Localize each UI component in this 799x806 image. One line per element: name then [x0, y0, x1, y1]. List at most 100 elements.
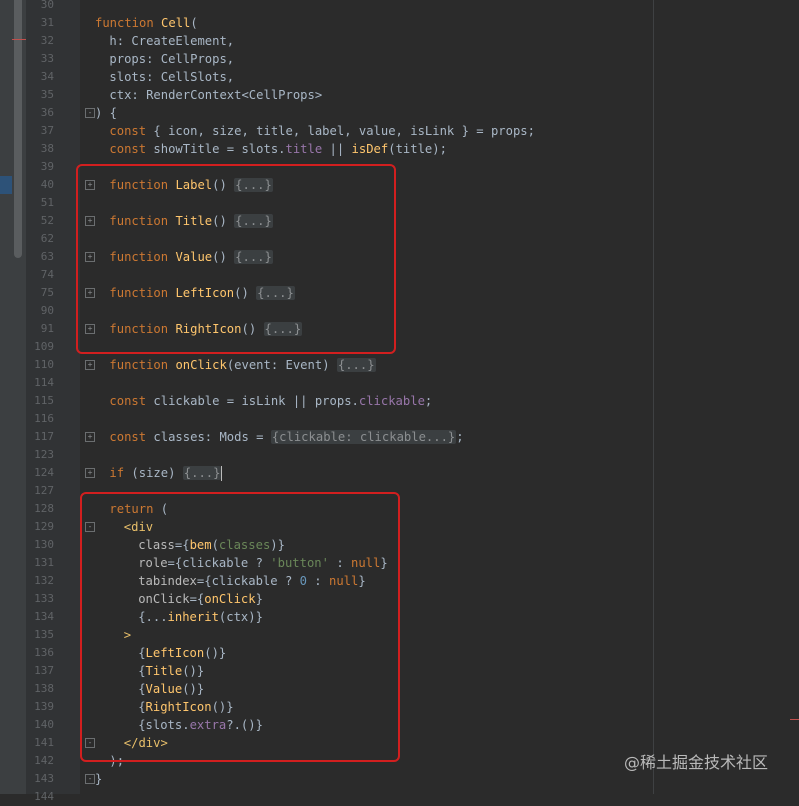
- code-line[interactable]: 38 const showTitle = slots.title || isDef…: [0, 140, 799, 158]
- code-line[interactable]: 115 const clickable = isLink || props.cli…: [0, 392, 799, 410]
- line-number: 131: [34, 556, 54, 569]
- code-line[interactable]: 31 function Cell(: [0, 14, 799, 32]
- code-line[interactable]: 110 + function onClick(event: Event) {...}: [0, 356, 799, 374]
- code-token: h: CreateElement,: [109, 34, 235, 48]
- folded-region[interactable]: {clickable: clickable...}: [270, 430, 457, 444]
- code-token: Cell: [161, 16, 191, 30]
- code-token: title: [285, 142, 323, 156]
- line-number: 129: [34, 520, 54, 533]
- code-token: ) {: [95, 106, 118, 120]
- line-number: 35: [40, 88, 54, 101]
- code-token: showTitle = slots.: [153, 142, 286, 156]
- line-number: 130: [34, 538, 54, 551]
- fold-expand-icon[interactable]: +: [85, 468, 95, 478]
- text-cursor: [221, 466, 223, 481]
- code-line[interactable]: 36 -) {: [0, 104, 799, 122]
- line-number: 30: [40, 0, 54, 11]
- line-number: 90: [40, 304, 54, 317]
- line-number: 38: [40, 142, 54, 155]
- fold-collapse-icon[interactable]: -: [85, 108, 95, 118]
- watermark-text: @稀土掘金技术社区: [624, 753, 769, 772]
- code-token: (title);: [388, 142, 447, 156]
- code-line[interactable]: 116: [0, 410, 799, 428]
- highlight-box-helper-functions: [76, 164, 396, 354]
- code-text: slots: CellSlots,: [95, 68, 234, 86]
- fold-expand-icon[interactable]: +: [85, 432, 95, 442]
- code-line[interactable]: 33 props: CellProps,: [0, 50, 799, 68]
- code-line[interactable]: 34 slots: CellSlots,: [0, 68, 799, 86]
- code-text: const classes: Mods = {clickable: clicka…: [95, 428, 464, 446]
- code-line[interactable]: 37 const { icon, size, title, label, valu…: [0, 122, 799, 140]
- line-number: 75: [40, 286, 54, 299]
- code-token: (size): [131, 466, 183, 480]
- line-number: 128: [34, 502, 54, 515]
- line-number: 136: [34, 646, 54, 659]
- code-token: const: [109, 430, 154, 444]
- code-token: ;: [424, 394, 433, 408]
- code-line[interactable]: 30: [0, 0, 799, 14]
- line-number: 142: [34, 754, 54, 767]
- line-number: 51: [40, 196, 54, 209]
- line-number: 127: [34, 484, 54, 497]
- code-token: { icon, size, title, label, value, isLin…: [153, 124, 535, 138]
- code-line[interactable]: 114: [0, 374, 799, 392]
- code-text: ctx: RenderContext<CellProps>: [95, 86, 322, 104]
- code-text: const showTitle = slots.title || isDef(t…: [95, 140, 447, 158]
- line-number: 32: [40, 34, 54, 47]
- line-number: 74: [40, 268, 54, 281]
- line-number: 137: [34, 664, 54, 677]
- code-token: function: [95, 16, 162, 30]
- line-number: 36: [40, 106, 54, 119]
- code-token: function: [109, 358, 176, 372]
- code-text: const clickable = isLink || props.clicka…: [95, 392, 432, 410]
- line-number: 31: [40, 16, 54, 29]
- line-number: 117: [34, 430, 54, 443]
- fold-expand-icon[interactable]: +: [85, 360, 95, 370]
- line-number: 52: [40, 214, 54, 227]
- code-token: ;: [456, 430, 464, 444]
- code-text: ) {: [95, 104, 117, 122]
- code-line[interactable]: 124 + if (size) {...}: [0, 464, 799, 482]
- code-token: slots: CellSlots,: [109, 70, 235, 84]
- highlight-box-return-jsx: [80, 492, 400, 762]
- fold-collapse-icon[interactable]: -: [85, 774, 95, 784]
- code-token: const: [109, 394, 154, 408]
- line-number: 109: [34, 340, 54, 353]
- line-number: 110: [34, 358, 54, 371]
- line-number: 133: [34, 592, 54, 605]
- code-text: function Cell(: [95, 14, 198, 32]
- line-number: 143: [34, 772, 54, 785]
- code-editor[interactable]: 30 31 function Cell(32 h: CreateElement, 33 p…: [0, 0, 799, 803]
- code-line[interactable]: 35 ctx: RenderContext<CellProps>: [0, 86, 799, 104]
- line-number: 138: [34, 682, 54, 695]
- line-number: 63: [40, 250, 54, 263]
- code-text: h: CreateElement,: [95, 32, 234, 50]
- folded-region[interactable]: {...}: [336, 358, 376, 372]
- line-number: 116: [34, 412, 54, 425]
- line-number: 115: [34, 394, 54, 407]
- code-token: onClick: [175, 358, 227, 372]
- line-number: 134: [34, 610, 54, 623]
- line-number: 114: [34, 376, 54, 389]
- code-line[interactable]: 32 h: CreateElement,: [0, 32, 799, 50]
- folded-region[interactable]: {...}: [182, 466, 222, 480]
- code-text: const { icon, size, title, label, value,…: [95, 122, 535, 140]
- code-token: isDef: [351, 142, 389, 156]
- code-token: clickable: [358, 394, 425, 408]
- line-number: 33: [40, 52, 54, 65]
- line-number: 135: [34, 628, 54, 641]
- line-number: 91: [40, 322, 54, 335]
- code-token: ||: [322, 142, 352, 156]
- code-token: (: [190, 16, 198, 30]
- line-number: 144: [34, 790, 54, 803]
- code-token: const: [109, 142, 154, 156]
- code-line[interactable]: 123: [0, 446, 799, 464]
- code-token: clickable = isLink || props.: [153, 394, 359, 408]
- code-line[interactable]: 117 + const classes: Mods = {clickable: cl…: [0, 428, 799, 446]
- code-token: const: [109, 124, 154, 138]
- line-number: 40: [40, 178, 54, 191]
- line-number: 141: [34, 736, 54, 749]
- line-number: 132: [34, 574, 54, 587]
- code-line[interactable]: 144: [0, 788, 799, 806]
- code-token: (event: Event): [226, 358, 337, 372]
